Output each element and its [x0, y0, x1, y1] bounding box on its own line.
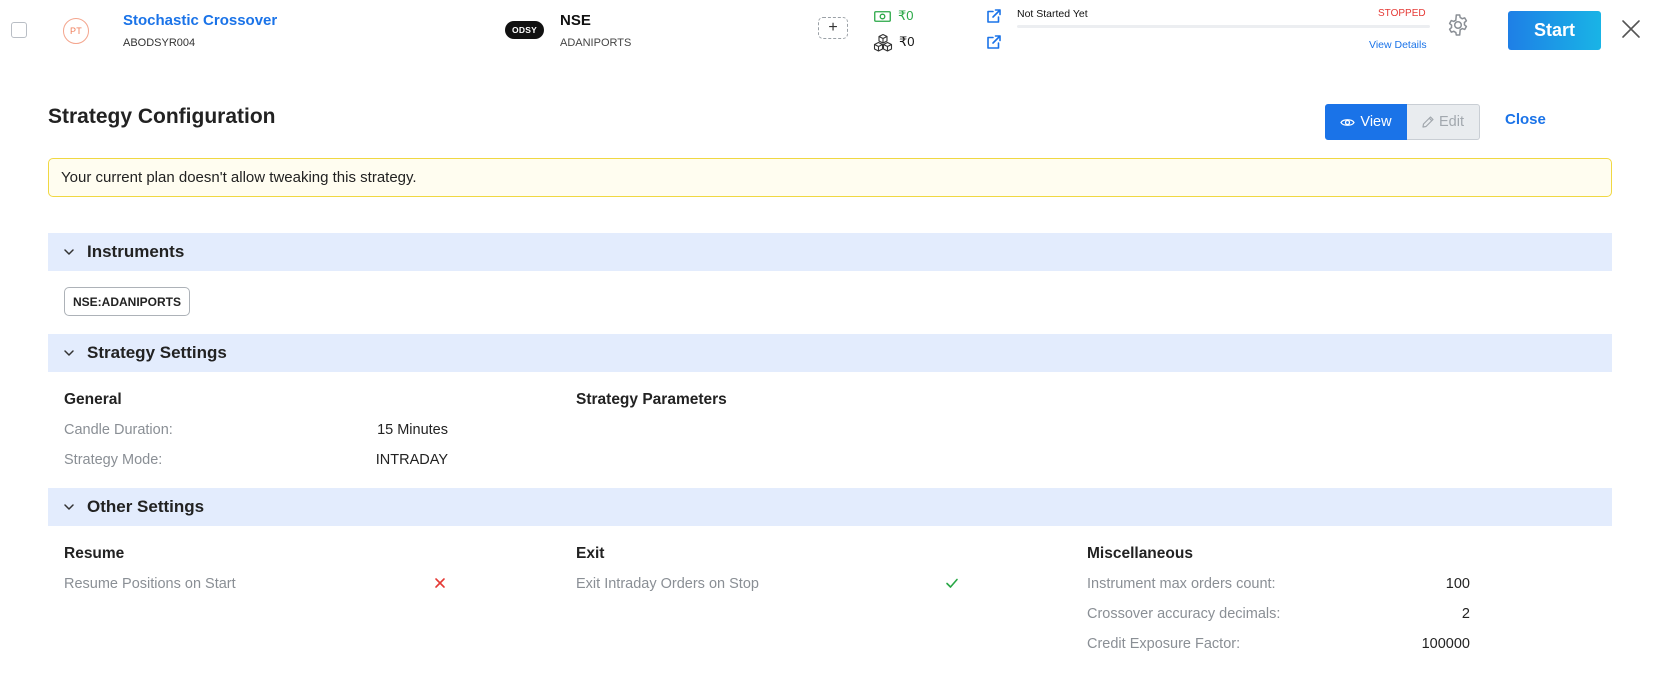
pencil-icon	[1422, 116, 1434, 128]
cash-value: ₹0	[898, 8, 914, 23]
instrument-chip: NSE:ADANIPORTS	[64, 287, 191, 316]
edit-button[interactable]: Edit	[1407, 104, 1480, 140]
credit-exposure-label: Credit Exposure Factor:	[1087, 636, 1241, 652]
view-button[interactable]: View	[1325, 104, 1407, 140]
section-title: Strategy Settings	[87, 343, 227, 362]
exchange-name: NSE	[560, 12, 591, 29]
strategy-avatar: PT	[63, 18, 89, 44]
view-button-label: View	[1360, 114, 1392, 130]
start-button[interactable]: Start	[1508, 11, 1601, 50]
section-title: Instruments	[87, 242, 185, 261]
view-details-link[interactable]: View Details	[1369, 39, 1427, 51]
cross-icon	[435, 578, 445, 588]
external-link-icon[interactable]	[986, 34, 1002, 50]
alert-text: Your current plan doesn't allow tweaking…	[61, 169, 417, 186]
cubes-icon	[873, 33, 893, 52]
close-link[interactable]: Close	[1505, 111, 1546, 128]
view-edit-toggle: View Edit	[1325, 104, 1480, 140]
cash-icon	[874, 11, 891, 22]
strategy-row: PT Stochastic Crossover ABODSYR004 ODSY …	[0, 0, 1655, 62]
gear-icon[interactable]	[1446, 13, 1470, 37]
candle-duration-label: Candle Duration:	[64, 422, 173, 438]
max-orders-label: Instrument max orders count:	[1087, 576, 1276, 592]
check-icon	[946, 578, 958, 588]
candle-duration-value: 15 Minutes	[377, 422, 448, 438]
status-badge: STOPPED	[1378, 8, 1426, 19]
section-title: Other Settings	[87, 497, 205, 516]
chevron-down-icon	[64, 350, 74, 356]
chevron-down-icon	[64, 249, 74, 255]
progress-bar	[1017, 25, 1430, 28]
exit-intraday-label: Exit Intraday Orders on Stop	[576, 576, 759, 592]
general-title: General	[64, 391, 122, 408]
external-link-icon[interactable]	[986, 8, 1002, 24]
strategy-name-link[interactable]: Stochastic Crossover	[123, 12, 277, 29]
holdings-value: ₹0	[899, 34, 915, 49]
strategy-parameters-title: Strategy Parameters	[576, 391, 727, 408]
max-orders-value: 100	[1445, 576, 1470, 592]
strategy-mode-label: Strategy Mode:	[64, 452, 163, 468]
instruments-section-header[interactable]: Instruments	[48, 233, 1612, 271]
exit-title: Exit	[576, 545, 605, 562]
credit-exposure-value: 100000	[1421, 636, 1470, 652]
accuracy-decimals-label: Crossover accuracy decimals:	[1087, 606, 1281, 622]
edit-button-label: Edit	[1439, 114, 1464, 130]
strategy-code: ABODSYR004	[123, 37, 196, 49]
add-button[interactable]: +	[818, 17, 848, 39]
eye-icon	[1340, 118, 1356, 126]
resume-title: Resume	[64, 545, 125, 562]
plan-restriction-alert: Your current plan doesn't allow tweaking…	[48, 158, 1612, 197]
miscellaneous-title: Miscellaneous	[1087, 545, 1193, 562]
chevron-down-icon	[64, 504, 74, 510]
plus-icon: +	[828, 19, 838, 36]
close-icon[interactable]	[1620, 18, 1642, 40]
instrument-symbol: ADANIPORTS	[560, 37, 632, 49]
page-title: Strategy Configuration	[48, 105, 276, 128]
resume-positions-label: Resume Positions on Start	[64, 576, 236, 592]
other-settings-section-header[interactable]: Other Settings	[48, 488, 1612, 526]
accuracy-decimals-value: 2	[1461, 606, 1470, 622]
select-checkbox[interactable]	[11, 22, 27, 38]
strategy-mode-value: INTRADAY	[375, 452, 448, 468]
broker-badge: ODSY	[505, 21, 544, 39]
run-status-text: Not Started Yet	[1017, 8, 1088, 20]
strategy-settings-section-header[interactable]: Strategy Settings	[48, 334, 1612, 372]
